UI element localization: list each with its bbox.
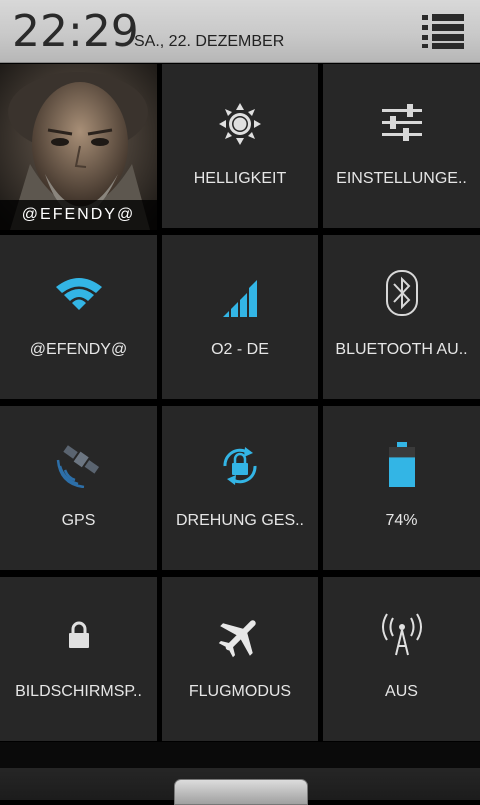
hotspot-antenna-icon — [381, 613, 422, 656]
wifi-icon — [55, 278, 102, 310]
battery-tile[interactable]: 74% — [323, 406, 480, 570]
airplane-icon — [218, 620, 256, 658]
sliders-icon — [381, 104, 422, 141]
hotspot-tile[interactable]: AUS — [323, 577, 480, 741]
airplane-mode-tile[interactable]: FLUGMODUS — [162, 577, 318, 741]
battery-icon — [388, 442, 415, 487]
lock-icon — [68, 621, 89, 648]
close-handle[interactable] — [174, 779, 308, 805]
wifi-tile[interactable]: @EFENDY@ — [0, 235, 157, 399]
rotation-lock-icon — [223, 447, 257, 485]
profile-name: @EFENDY@ — [0, 200, 157, 230]
notifications-toggle-button[interactable] — [420, 12, 466, 50]
bluetooth-icon — [385, 270, 418, 316]
profile-tile[interactable]: @EFENDY@ — [0, 64, 157, 230]
airplane-mode-label: FLUGMODUS — [188, 683, 292, 700]
brightness-tile[interactable]: HELLIGKEIT — [162, 64, 318, 228]
rotation-tile[interactable]: DREHUNG GES.. — [162, 406, 318, 570]
brightness-icon — [219, 103, 261, 145]
bluetooth-label: BLUETOOTH AU.. — [335, 341, 468, 358]
lockscreen-label: BILDSCHIRMSP.. — [15, 683, 142, 700]
bluetooth-tile[interactable]: BLUETOOTH AU.. — [323, 235, 480, 399]
settings-label: EINSTELLUNGE.. — [336, 170, 467, 187]
battery-level-fill — [388, 457, 415, 487]
rotation-label: DREHUNG GES.. — [175, 512, 304, 529]
date-label: SA., 22. DEZEMBER — [134, 33, 285, 50]
wifi-label: @EFENDY@ — [29, 341, 128, 358]
gps-satellite-icon — [56, 445, 99, 488]
gps-label: GPS — [61, 512, 96, 529]
brightness-label: HELLIGKEIT — [193, 170, 287, 187]
list-icon — [422, 14, 464, 49]
clock: 22:29 — [12, 6, 139, 57]
lockscreen-tile[interactable]: BILDSCHIRMSP.. — [0, 577, 157, 741]
settings-tile[interactable]: EINSTELLUNGE.. — [323, 64, 480, 228]
signal-strength-icon — [223, 280, 257, 317]
mobile-data-label: O2 - DE — [211, 341, 269, 358]
battery-label: 74% — [385, 512, 418, 529]
mobile-data-tile[interactable]: O2 - DE — [162, 235, 318, 399]
hotspot-label: AUS — [385, 683, 418, 700]
notification-header: 22:29 SA., 22. DEZEMBER — [0, 0, 480, 63]
gps-tile[interactable]: GPS — [0, 406, 157, 570]
